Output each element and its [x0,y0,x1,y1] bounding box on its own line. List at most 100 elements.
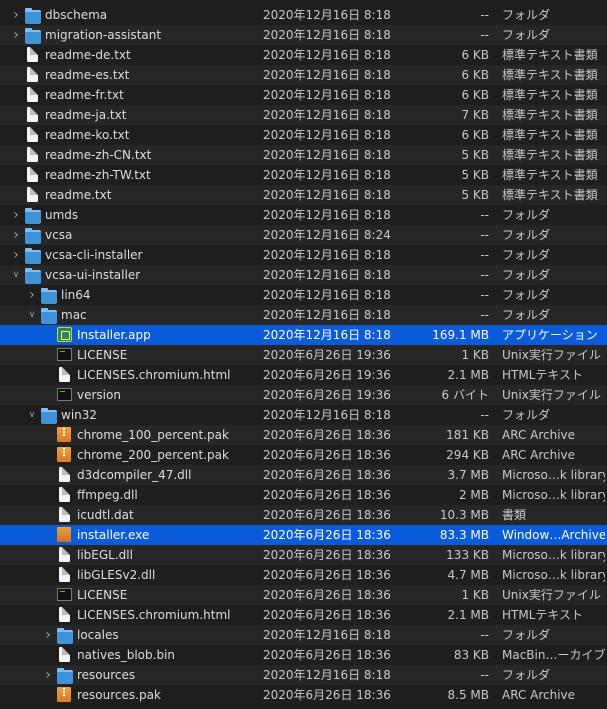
date-modified: 2020年12月16日 8:18 [263,108,391,122]
file-kind: 標準テキスト書類 [502,168,598,182]
disclosure-collapsed-icon[interactable]: › [10,205,22,225]
file-row[interactable]: › vcsa-cli-installer 2020年12月16日 8:18 -- フォル… [0,245,607,265]
file-row[interactable]: LICENSE 2020年6月26日 18:36 1 KB Unix実行ファイル [0,585,607,605]
date-modified: 2020年6月26日 19:36 [263,388,391,402]
folder-icon [41,288,57,304]
archive-icon [57,447,71,462]
date-modified: 2020年6月26日 18:36 [263,468,391,482]
file-row[interactable]: chrome_200_percent.pak 2020年6月26日 18:36 29… [0,445,607,465]
folder-icon [57,668,73,684]
file-row[interactable]: readme-de.txt 2020年12月16日 8:18 6 KB 標準テキスト書… [0,45,607,65]
folder-icon [25,248,41,264]
file-row[interactable]: readme-zh-CN.txt 2020年12月16日 8:18 5 KB 標準テキ… [0,145,607,165]
file-size: 6 KB [461,128,489,142]
exe-archive-icon [57,527,71,542]
disclosure-collapsed-icon[interactable]: › [42,625,54,645]
file-row[interactable]: › dbschema 2020年12月16日 8:18 -- フォルダ [0,5,607,25]
file-row[interactable]: version 2020年6月26日 19:36 6 バイト Unix実行ファイル [0,385,607,405]
date-modified: 2020年12月16日 8:18 [263,248,391,262]
file-row[interactable]: ∨ vcsa-ui-installer 2020年12月16日 8:18 -- フォルダ [0,265,607,285]
file-row[interactable]: readme-ko.txt 2020年12月16日 8:18 6 KB 標準テキスト書… [0,125,607,145]
file-row[interactable]: installer.exe 2020年6月26日 18:36 83.3 MB Wind… [0,525,607,545]
disclosure-collapsed-icon[interactable]: › [42,665,54,685]
disclosure-collapsed-icon[interactable]: › [10,245,22,265]
file-row[interactable]: ∨ win32 2020年12月16日 8:18 -- フォルダ [0,405,607,425]
file-row[interactable]: readme-es.txt 2020年12月16日 8:18 6 KB 標準テキスト書… [0,65,607,85]
file-name: readme-ko.txt [45,128,130,142]
disclosure-collapsed-icon[interactable]: › [26,285,38,305]
document-icon [27,167,38,182]
file-name: mac [61,308,87,322]
disclosure-expanded-icon[interactable]: ∨ [26,305,38,325]
file-name: readme-fr.txt [45,88,124,102]
date-modified: 2020年12月16日 8:18 [263,628,391,642]
file-size: -- [480,228,489,242]
file-kind: Window…Archive [502,528,605,542]
file-name: libGLESv2.dll [77,568,156,582]
file-row[interactable]: d3dcompiler_47.dll 2020年6月26日 18:36 3.7 MB… [0,465,607,485]
folder-icon [25,28,41,44]
document-icon [59,647,70,662]
date-modified: 2020年6月26日 18:36 [263,508,391,522]
file-kind: Unix実行ファイル [502,588,601,602]
document-icon [27,67,38,82]
file-row[interactable]: resources.pak 2020年6月26日 18:36 8.5 MB ARC A… [0,685,607,705]
file-row[interactable]: › lin64 2020年12月16日 8:18 -- フォルダ [0,285,607,305]
file-row[interactable]: ∨ mac 2020年12月16日 8:18 -- フォルダ [0,305,607,325]
document-icon [59,547,70,562]
file-kind: Microso…k library [502,548,605,562]
date-modified: 2020年12月16日 8:18 [263,328,391,342]
file-row[interactable]: LICENSES.chromium.html 2020年6月26日 18:36 2.… [0,605,607,625]
disclosure-collapsed-icon[interactable]: › [10,25,22,45]
file-row[interactable]: LICENSES.chromium.html 2020年6月26日 19:36 2.… [0,365,607,385]
file-name: readme.txt [45,188,112,202]
document-icon [59,567,70,582]
file-kind: 標準テキスト書類 [502,188,598,202]
file-size: 5 KB [461,148,489,162]
file-kind: フォルダ [502,228,551,242]
file-row[interactable]: readme-zh-TW.txt 2020年12月16日 8:18 5 KB 標準テキ… [0,165,607,185]
disclosure-collapsed-icon[interactable]: › [10,5,22,25]
file-kind: アプリケーション [502,328,598,342]
file-row[interactable]: ffmpeg.dll 2020年6月26日 18:36 2 MB Microso…k … [0,485,607,505]
file-row[interactable]: libGLESv2.dll 2020年6月26日 18:36 4.7 MB Micro… [0,565,607,585]
file-row[interactable]: natives_blob.bin 2020年6月26日 18:36 83 KB Mac… [0,645,607,665]
file-size: 83 KB [453,648,489,662]
date-modified: 2020年6月26日 19:36 [263,348,391,362]
date-modified: 2020年6月26日 18:36 [263,528,391,542]
file-row[interactable]: chrome_100_percent.pak 2020年6月26日 18:36 18… [0,425,607,445]
file-row[interactable]: Installer.app 2020年12月16日 8:18 169.1 MB アプリ… [0,325,607,345]
file-kind: フォルダ [502,288,551,302]
file-row[interactable]: › resources 2020年12月16日 8:18 -- フォルダ [0,665,607,685]
file-size: 5 KB [461,188,489,202]
file-row[interactable]: LICENSE 2020年6月26日 19:36 1 KB Unix実行ファイル [0,345,607,365]
file-name: Installer.app [77,328,151,342]
file-row[interactable]: readme.txt 2020年12月16日 8:18 5 KB 標準テキスト書類 [0,185,607,205]
file-row[interactable]: › vcsa 2020年12月16日 8:24 -- フォルダ [0,225,607,245]
file-row[interactable]: libEGL.dll 2020年6月26日 18:36 133 KB Microso…… [0,545,607,565]
file-size: 6 KB [461,48,489,62]
file-size: 3.7 MB [447,468,489,482]
file-kind: フォルダ [502,8,551,22]
unix-executable-icon [57,388,72,401]
file-size: -- [480,288,489,302]
file-size: 83.3 MB [439,528,489,542]
file-size: -- [480,268,489,282]
file-row[interactable]: icudtl.dat 2020年6月26日 18:36 10.3 MB 書類 [0,505,607,525]
disclosure-collapsed-icon[interactable]: › [10,225,22,245]
file-row[interactable]: readme-fr.txt 2020年12月16日 8:18 6 KB 標準テキスト書… [0,85,607,105]
file-name: dbschema [45,8,108,22]
file-name: win32 [61,408,98,422]
disclosure-expanded-icon[interactable]: ∨ [26,405,38,425]
file-row[interactable]: readme-ja.txt 2020年12月16日 8:18 7 KB 標準テキスト書… [0,105,607,125]
date-modified: 2020年12月16日 8:18 [263,148,391,162]
date-modified: 2020年12月16日 8:18 [263,308,391,322]
file-kind: 書類 [502,508,527,522]
document-icon [27,147,38,162]
file-row[interactable]: › migration-assistant 2020年12月16日 8:18 -- フォ… [0,25,607,45]
date-modified: 2020年12月16日 8:18 [263,88,391,102]
file-row[interactable]: › umds 2020年12月16日 8:18 -- フォルダ [0,205,607,225]
disclosure-expanded-icon[interactable]: ∨ [10,265,22,285]
file-size: 2 MB [458,488,489,502]
file-row[interactable]: › locales 2020年12月16日 8:18 -- フォルダ [0,625,607,645]
